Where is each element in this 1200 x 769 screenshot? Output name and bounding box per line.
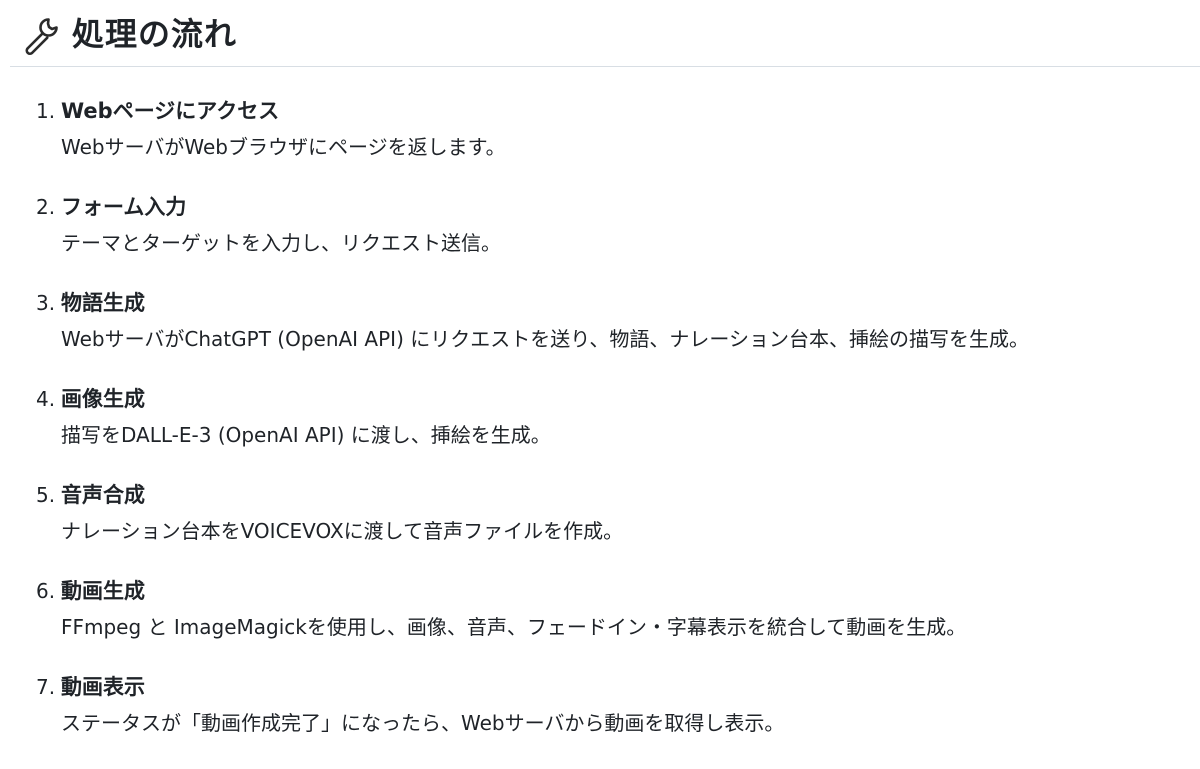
wrench-icon bbox=[25, 18, 58, 55]
step-number: 7. bbox=[36, 675, 56, 699]
step-title: 画像生成 bbox=[61, 387, 145, 411]
step-description: WebサーバがChatGPT (OpenAI API) にリクエストを送り、物語… bbox=[61, 327, 1030, 351]
step-number: 6. bbox=[36, 579, 56, 603]
step-description: テーマとターゲットを入力し、リクエスト送信。 bbox=[61, 231, 501, 255]
page-title: 処理の流れ bbox=[72, 15, 238, 53]
step-number: 2. bbox=[36, 195, 56, 219]
step-description: ステータスが「動画作成完了」になったら、Webサーバから動画を取得し表示。 bbox=[61, 711, 785, 735]
list-item: 5. 音声合成 ナレーション台本をVOICEVOXに渡して音声ファイルを作成。 bbox=[0, 478, 1200, 574]
list-item: 6. 動画生成 FFmpeg と ImageMagickを使用し、画像、音声、フ… bbox=[0, 574, 1200, 670]
list-item: 2. フォーム入力 テーマとターゲットを入力し、リクエスト送信。 bbox=[0, 190, 1200, 286]
list-item: 3. 物語生成 WebサーバがChatGPT (OpenAI API) にリクエ… bbox=[0, 286, 1200, 382]
section-header: 処理の流れ bbox=[10, 0, 1200, 67]
step-description: 描写をDALL-E-3 (OpenAI API) に渡し、挿絵を生成。 bbox=[61, 423, 551, 447]
step-number: 4. bbox=[36, 387, 56, 411]
step-title: 物語生成 bbox=[61, 291, 145, 315]
list-item: 7. 動画表示 ステータスが「動画作成完了」になったら、Webサーバから動画を取… bbox=[0, 670, 1200, 766]
step-description: FFmpeg と ImageMagickを使用し、画像、音声、フェードイン・字幕… bbox=[61, 615, 967, 639]
step-title: Webページにアクセス bbox=[61, 99, 280, 123]
step-description: ナレーション台本をVOICEVOXに渡して音声ファイルを作成。 bbox=[61, 519, 624, 543]
step-title: 音声合成 bbox=[61, 483, 145, 507]
list-item: 4. 画像生成 描写をDALL-E-3 (OpenAI API) に渡し、挿絵を… bbox=[0, 382, 1200, 478]
process-steps-list: 1. Webページにアクセス WebサーバがWebブラウザにページを返します。 … bbox=[0, 94, 1200, 766]
list-item: 1. Webページにアクセス WebサーバがWebブラウザにページを返します。 bbox=[0, 94, 1200, 190]
step-title: フォーム入力 bbox=[61, 195, 187, 219]
step-description: WebサーバがWebブラウザにページを返します。 bbox=[61, 135, 506, 159]
step-title: 動画表示 bbox=[61, 675, 145, 699]
step-number: 1. bbox=[36, 99, 56, 123]
step-title: 動画生成 bbox=[61, 579, 145, 603]
step-number: 3. bbox=[36, 291, 56, 315]
step-number: 5. bbox=[36, 483, 56, 507]
